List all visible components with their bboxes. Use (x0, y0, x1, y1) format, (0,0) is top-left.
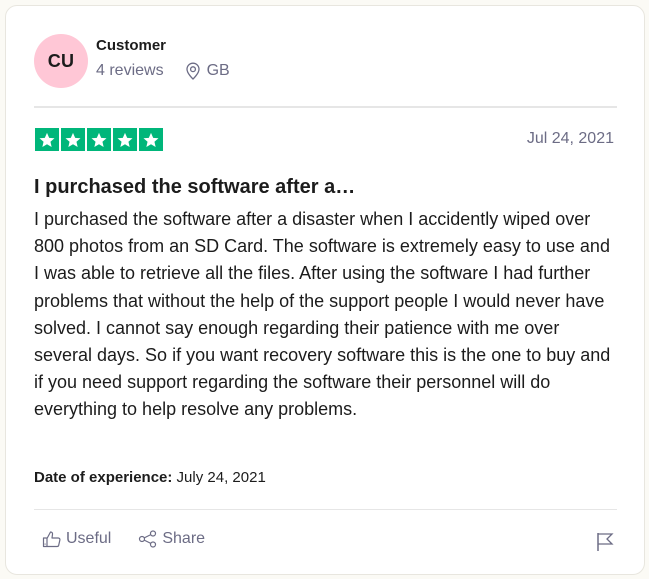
review-title[interactable]: I purchased the software after a… (34, 176, 355, 199)
share-label: Share (162, 530, 206, 547)
star-4 (113, 128, 137, 151)
consumer-name[interactable]: Customer (96, 36, 230, 56)
useful-button[interactable]: Useful (42, 530, 111, 548)
review-date: Jul 24, 2021 (526, 130, 614, 147)
reviews-count: 4 reviews (96, 61, 164, 79)
avatar[interactable]: CU (34, 34, 88, 88)
star-icon (39, 132, 55, 147)
star-icon (143, 132, 159, 147)
date-of-experience: Date of experience: July 24, 2021 (34, 469, 266, 486)
experience-label: Date of experience: (34, 469, 173, 486)
thumbs-up-icon (42, 531, 61, 548)
review-card: CU Customer 4 reviews GB Jul 24, 2021 I … (5, 5, 645, 575)
header-divider (34, 106, 617, 108)
consumer-meta: 4 reviews GB (96, 61, 230, 81)
location-text: GB (206, 61, 230, 79)
share-button[interactable]: Share (138, 530, 205, 548)
star-icon (65, 132, 81, 147)
star-1 (35, 128, 59, 151)
star-rating (35, 128, 163, 151)
consumer-info: CU Customer 4 reviews GB (34, 34, 230, 88)
flag-icon (597, 533, 614, 551)
footer-divider (34, 509, 617, 510)
location-pin-icon (185, 62, 200, 80)
star-3 (87, 128, 111, 151)
share-icon (139, 530, 157, 548)
consumer-details: Customer 4 reviews GB (96, 37, 230, 81)
experience-value: July 24, 2021 (172, 469, 266, 486)
avatar-initials: CU (47, 50, 75, 71)
star-5 (139, 128, 163, 151)
review-body: I purchased the software after a disaste… (34, 209, 611, 420)
star-2 (61, 128, 85, 151)
star-icon (91, 132, 107, 147)
review-actions: Useful Share (42, 530, 205, 548)
useful-label: Useful (66, 530, 112, 547)
consumer-location: GB (185, 61, 230, 81)
star-icon (117, 132, 133, 147)
report-button[interactable] (596, 532, 614, 557)
